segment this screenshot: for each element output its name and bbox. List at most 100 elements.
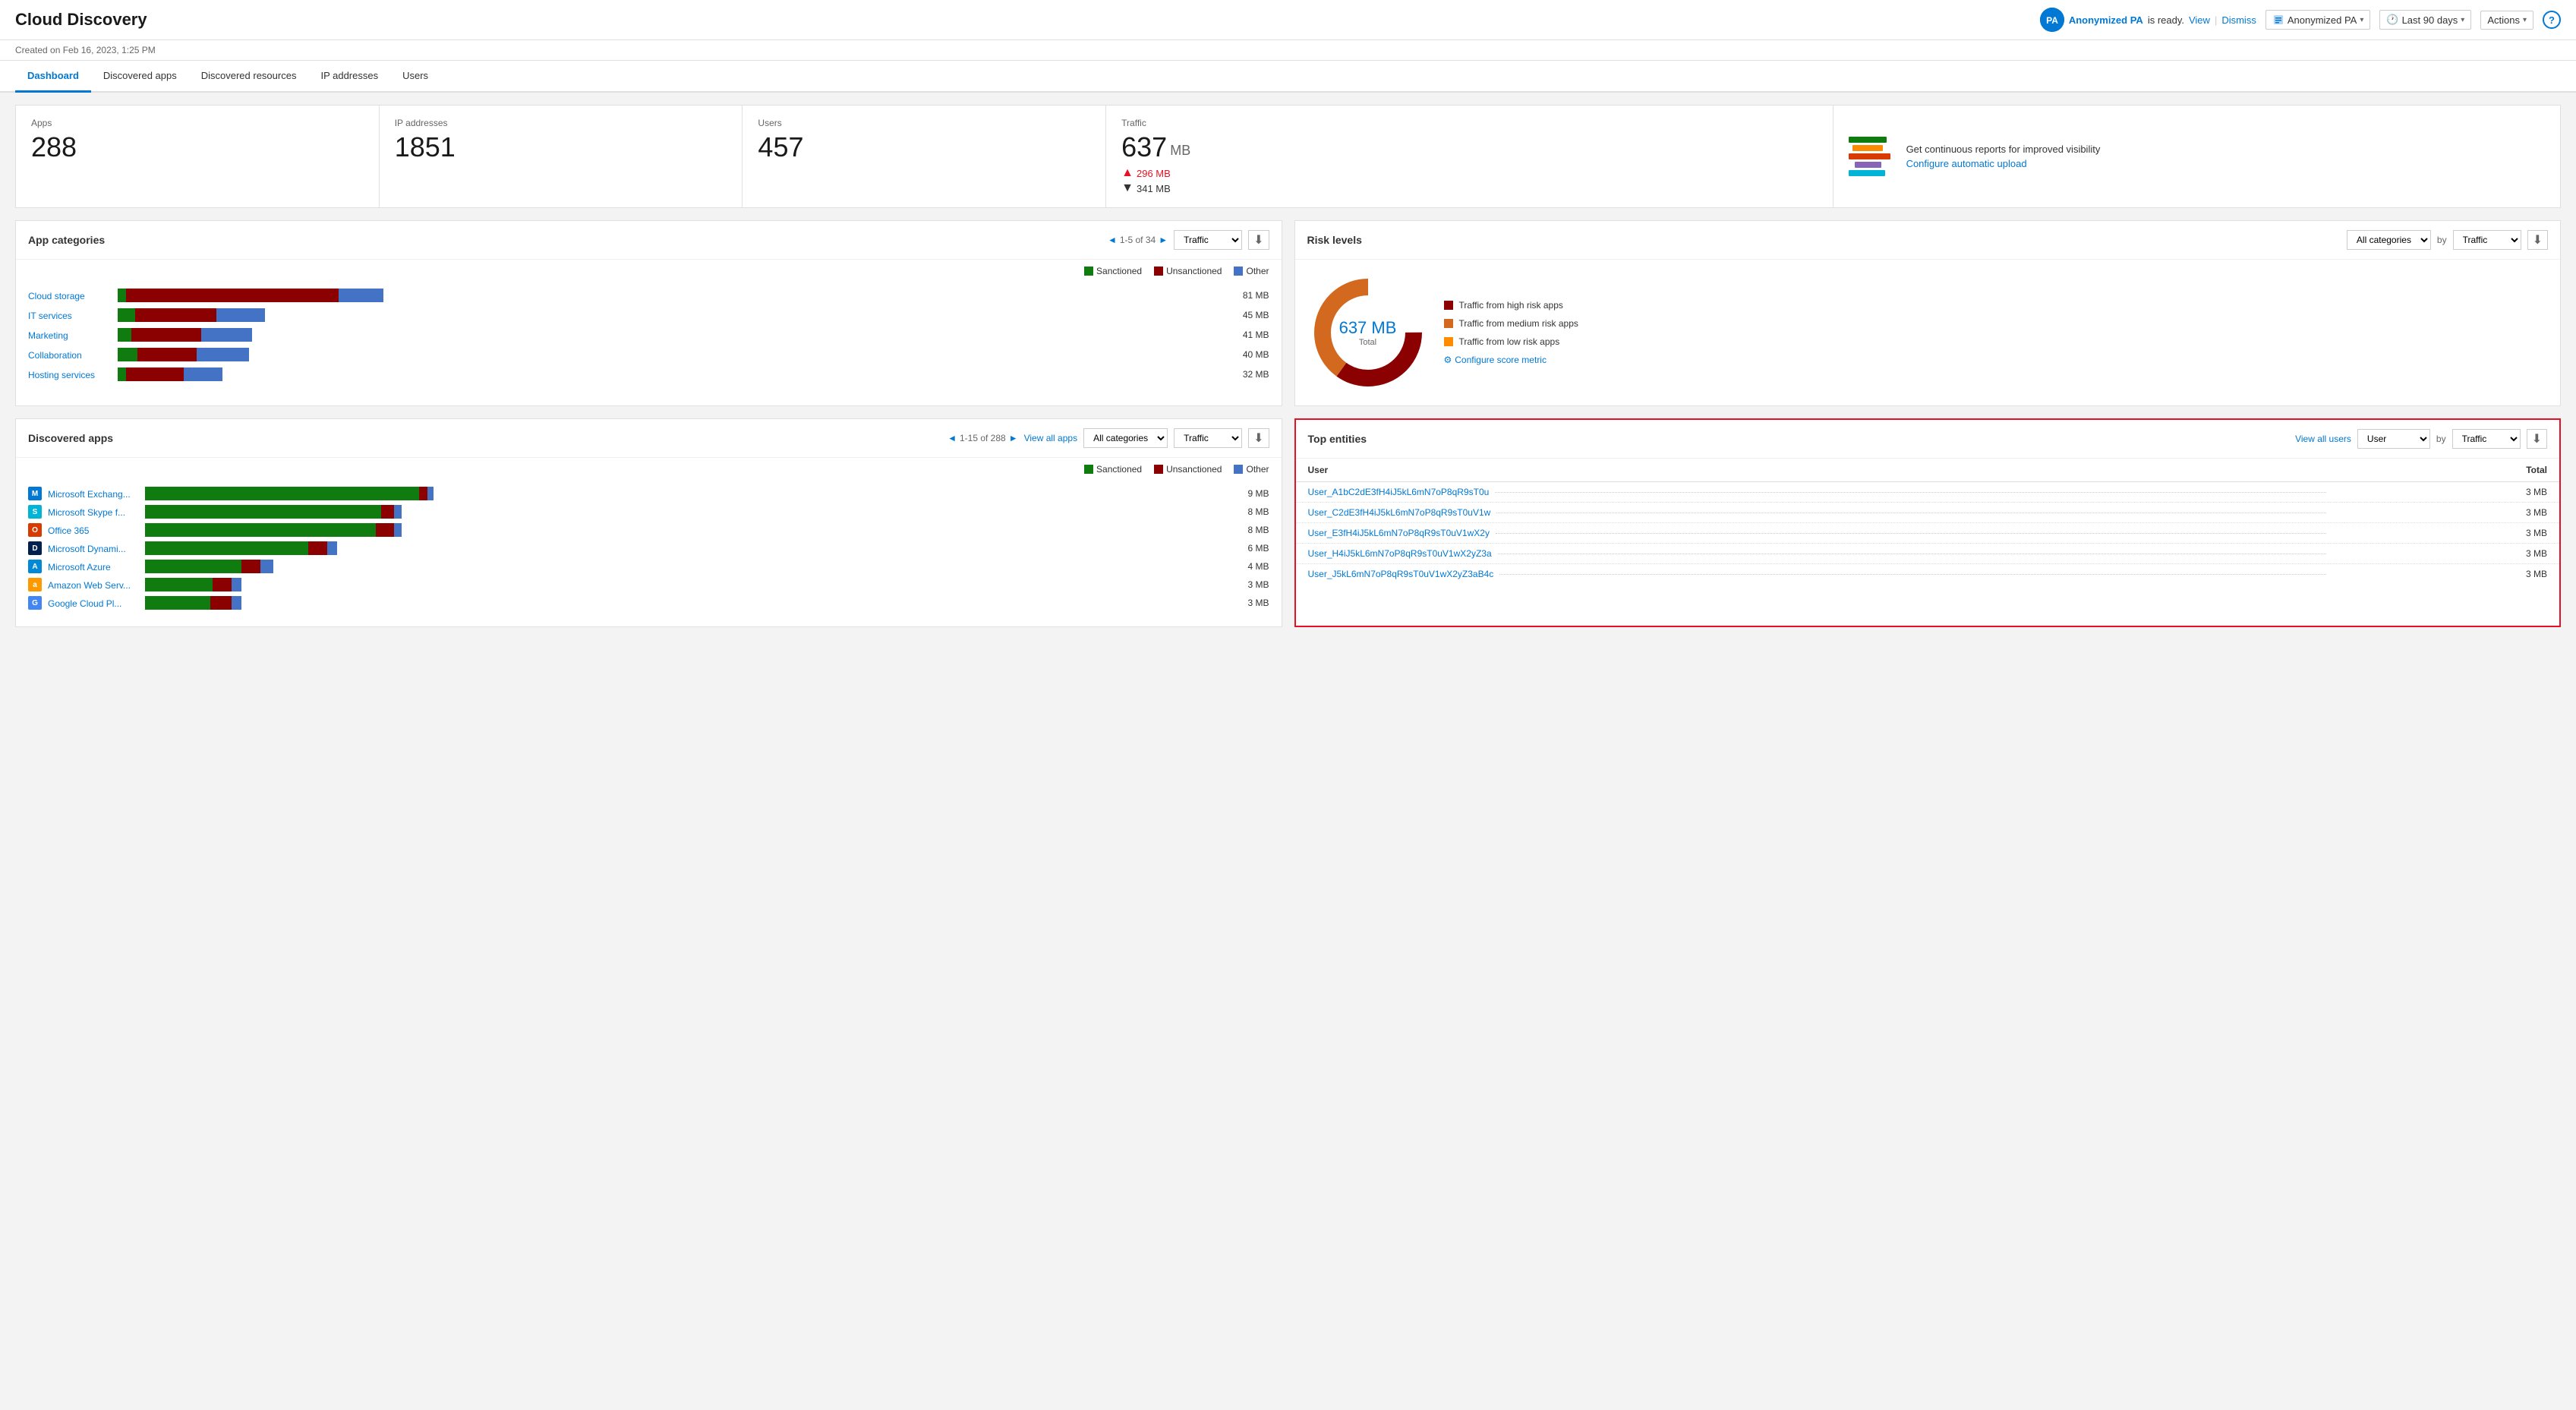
- app-category-link[interactable]: Marketing: [28, 330, 68, 341]
- bottom-row: Discovered apps ◄ 1-15 of 288 ► View all…: [15, 418, 2561, 627]
- app-link[interactable]: Microsoft Dynami...: [48, 544, 126, 554]
- app-bar: [145, 487, 1229, 500]
- app-category-label: Marketing: [28, 330, 112, 341]
- user-link[interactable]: User_H4iJ5kL6mN7oP8qR9sT0uV1wX2yZ3a: [1308, 548, 1492, 559]
- traffic-unit: MB: [1170, 143, 1190, 159]
- app-categories-traffic-select[interactable]: Traffic Users: [1174, 230, 1242, 250]
- app-bar: [145, 560, 1229, 573]
- table-row: User_H4iJ5kL6mN7oP8qR9sT0uV1wX2yZ3a 3 MB: [1296, 544, 2560, 564]
- entity-download-btn[interactable]: ⬇: [2527, 429, 2547, 449]
- app-link[interactable]: Amazon Web Serv...: [48, 580, 131, 591]
- sanctioned-legend-label: Sanctioned: [1096, 266, 1142, 276]
- app-name: Amazon Web Serv...: [48, 579, 139, 591]
- table-row: User_C2dE3fH4iJ5kL6mN7oP8qR9sT0uV1w 3 MB: [1296, 503, 2560, 523]
- app-value: 4 MB: [1235, 561, 1269, 572]
- app-unsanctioned-bar: [241, 560, 260, 573]
- table-row: User_E3fH4iJ5kL6mN7oP8qR9sT0uV1wX2y 3 MB: [1296, 523, 2560, 544]
- users-stat: Users 457: [743, 106, 1106, 207]
- app-bar: [145, 596, 1229, 610]
- app-link[interactable]: Google Cloud Pl...: [48, 598, 121, 609]
- entity-total-cell: 3 MB: [2344, 544, 2559, 564]
- unsanctioned-bar: [126, 289, 339, 302]
- next-page-icon[interactable]: ►: [1159, 235, 1168, 245]
- app-category-value: 81 MB: [1235, 290, 1269, 301]
- risk-traffic-select[interactable]: Traffic Users: [2453, 230, 2521, 250]
- list-item: M Microsoft Exchang... 9 MB: [28, 487, 1269, 500]
- help-button[interactable]: ?: [2543, 11, 2561, 29]
- app-categories-controls: ◄ 1-5 of 34 ► Traffic Users ⬇: [1108, 230, 1269, 250]
- other-bar: [184, 367, 222, 381]
- app-link[interactable]: Microsoft Skype f...: [48, 507, 125, 518]
- other-bar: [339, 289, 383, 302]
- app-category-bar: [118, 367, 1229, 381]
- profile-dropdown[interactable]: Anonymized PA ▾: [2265, 10, 2371, 30]
- app-other-bar: [394, 505, 402, 519]
- profile-avatar: PA: [2040, 8, 2064, 32]
- app-link[interactable]: Office 365: [48, 525, 89, 536]
- app-value: 8 MB: [1235, 506, 1269, 517]
- medium-risk-legend: Traffic from medium risk apps: [1444, 318, 2549, 329]
- da-download-btn[interactable]: ⬇: [1248, 428, 1269, 448]
- date-range-dropdown[interactable]: 🕐 Last 90 days ▾: [2379, 10, 2471, 30]
- app-categories-download-btn[interactable]: ⬇: [1248, 230, 1269, 250]
- other-bar: [201, 328, 252, 342]
- da-category-select[interactable]: All categories: [1083, 428, 1168, 448]
- da-traffic-select[interactable]: Traffic Users: [1174, 428, 1242, 448]
- configure-score-link[interactable]: ⚙ Configure score metric: [1444, 355, 2549, 365]
- list-item: IT services 45 MB: [28, 308, 1269, 322]
- traffic-label: Traffic: [1121, 118, 1817, 128]
- user-link[interactable]: User_J5kL6mN7oP8qR9sT0uV1wX2yZ3aB4c: [1308, 569, 1494, 579]
- app-other-bar: [427, 487, 434, 500]
- user-link[interactable]: User_C2dE3fH4iJ5kL6mN7oP8qR9sT0uV1w: [1308, 507, 1491, 518]
- app-category-link[interactable]: IT services: [28, 311, 72, 321]
- risk-category-select[interactable]: All categories: [2347, 230, 2431, 250]
- da-sanctioned-legend: Sanctioned: [1084, 464, 1142, 475]
- actions-dropdown[interactable]: Actions ▾: [2480, 11, 2533, 30]
- app-category-bar: [118, 348, 1229, 361]
- app-link[interactable]: Microsoft Exchang...: [48, 489, 131, 500]
- app-category-link[interactable]: Hosting services: [28, 370, 95, 380]
- tab-ip-addresses[interactable]: IP addresses: [308, 61, 390, 93]
- actions-label: Actions: [2487, 14, 2520, 26]
- tab-dashboard[interactable]: Dashboard: [15, 61, 91, 93]
- tab-discovered-apps[interactable]: Discovered apps: [91, 61, 189, 93]
- da-prev-icon[interactable]: ◄: [947, 433, 957, 443]
- risk-download-btn[interactable]: ⬇: [2527, 230, 2548, 250]
- app-bar: [145, 578, 1229, 591]
- discovered-apps-pagination: ◄ 1-15 of 288 ►: [947, 433, 1018, 443]
- prev-page-icon[interactable]: ◄: [1108, 235, 1117, 245]
- da-unsanctioned-color: [1154, 465, 1163, 474]
- app-category-link[interactable]: Collaboration: [28, 350, 82, 361]
- configure-upload-link[interactable]: Configure automatic upload: [1906, 158, 2027, 169]
- app-category-value: 41 MB: [1235, 330, 1269, 340]
- app-category-link[interactable]: Cloud storage: [28, 291, 85, 301]
- user-link[interactable]: User_A1bC2dE3fH4iJ5kL6mN7oP8qR9sT0u: [1308, 487, 1490, 497]
- page-title: Cloud Discovery: [15, 10, 147, 30]
- da-unsanctioned-legend: Unsanctioned: [1154, 464, 1222, 475]
- entity-total-cell: 3 MB: [2344, 523, 2559, 544]
- tab-users[interactable]: Users: [390, 61, 440, 93]
- unsanctioned-legend-color: [1154, 267, 1163, 276]
- entity-traffic-select[interactable]: Traffic Users: [2452, 429, 2521, 449]
- profile-name: Anonymized PA: [2288, 14, 2357, 26]
- view-link[interactable]: View: [2189, 14, 2210, 26]
- app-link[interactable]: Microsoft Azure: [48, 562, 111, 573]
- sanctioned-legend-color: [1084, 267, 1093, 276]
- users-value: 457: [758, 131, 1090, 163]
- col-user: User: [1296, 459, 2344, 482]
- dismiss-link[interactable]: Dismiss: [2221, 14, 2256, 26]
- app-other-bar: [232, 578, 241, 591]
- view-all-apps-link[interactable]: View all apps: [1024, 433, 1078, 443]
- app-bar: [145, 541, 1229, 555]
- traffic-stat: Traffic 637 MB ▲ 296 MB ▼ 341 MB: [1106, 106, 1833, 207]
- tab-discovered-resources[interactable]: Discovered resources: [189, 61, 309, 93]
- other-legend: Other: [1234, 266, 1269, 276]
- traffic-down: ▼ 341 MB: [1121, 181, 1817, 195]
- da-next-icon[interactable]: ►: [1009, 433, 1018, 443]
- entity-user-cell: User_C2dE3fH4iJ5kL6mN7oP8qR9sT0uV1w: [1296, 503, 2344, 523]
- user-link[interactable]: User_E3fH4iJ5kL6mN7oP8qR9sT0uV1wX2y: [1308, 528, 1490, 538]
- view-all-users-link[interactable]: View all users: [2295, 434, 2351, 444]
- da-other-color: [1234, 465, 1243, 474]
- entity-type-select[interactable]: User IP address: [2357, 429, 2430, 449]
- users-label: Users: [758, 118, 1090, 128]
